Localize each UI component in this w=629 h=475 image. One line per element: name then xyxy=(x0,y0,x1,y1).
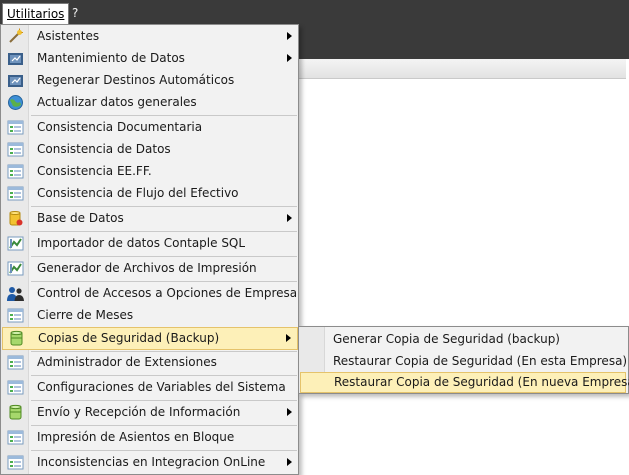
menu-item-consistencia-de-datos[interactable]: Consistencia de Datos xyxy=(2,139,298,160)
form-icon xyxy=(7,355,24,370)
import-icon xyxy=(7,236,24,251)
globe-icon xyxy=(8,95,23,110)
menu-item-label: Mantenimiento de Datos xyxy=(37,51,185,65)
menu-item-label: Consistencia EE.FF. xyxy=(37,164,152,178)
menu-item-administrador-extensiones[interactable]: Administrador de Extensiones xyxy=(2,352,298,373)
utilitarios-dropdown: Asistentes Mantenimiento de Datos Regene… xyxy=(0,24,299,475)
menu-item-label: Base de Datos xyxy=(37,211,124,225)
menu-separator xyxy=(31,450,297,451)
menu-item-consistencia-documentaria[interactable]: Consistencia Documentaria xyxy=(2,117,298,138)
menu-item-impresion-asientos[interactable]: Impresión de Asientos en Bloque xyxy=(2,427,298,448)
menu-separator xyxy=(31,281,297,282)
menu-item-label: Consistencia Documentaria xyxy=(37,120,203,134)
submenu-item-generar-copia[interactable]: Generar Copia de Seguridad (backup) xyxy=(300,329,626,350)
menu-item-copias-seguridad[interactable]: Copias de Seguridad (Backup) xyxy=(2,327,298,350)
submenu-item-label: Restaurar Copia de Seguridad (En nueva E… xyxy=(334,375,629,389)
submenu-item-restaurar-esta-empresa[interactable]: Restaurar Copia de Seguridad (En esta Em… xyxy=(300,351,628,372)
menu-item-label: Administrador de Extensiones xyxy=(37,355,217,369)
submenu-arrow-icon xyxy=(286,334,291,342)
wand-icon xyxy=(9,28,23,43)
menu-separator xyxy=(31,231,297,232)
menu-item-asistentes[interactable]: Asistentes xyxy=(2,26,298,47)
menu-item-generador-archivos[interactable]: Generador de Archivos de Impresión xyxy=(2,258,298,279)
menu-bar: Utilitarios ? xyxy=(0,0,629,25)
form-icon xyxy=(7,308,24,323)
menu-item-label: Copias de Seguridad (Backup) xyxy=(38,331,220,345)
backup-icon xyxy=(9,404,22,420)
form-icon xyxy=(7,455,24,470)
menu-item-envio-recepcion[interactable]: Envío y Recepción de Información xyxy=(2,402,298,423)
database-icon xyxy=(9,211,23,226)
menu-item-label: Configuraciones de Variables del Sistema xyxy=(37,380,286,394)
menu-item-importador-contaple[interactable]: Importador de datos Contaple SQL xyxy=(2,233,298,254)
maintenance-icon xyxy=(8,53,23,65)
menu-item-regenerar-destinos[interactable]: Regenerar Destinos Automáticos xyxy=(2,70,298,91)
menu-item-label: Cierre de Meses xyxy=(37,308,134,322)
submenu-arrow-icon xyxy=(287,32,292,40)
menu-item-label: Actualizar datos generales xyxy=(37,95,197,109)
form-icon xyxy=(7,120,24,135)
form-icon xyxy=(7,430,24,445)
submenu-item-label: Restaurar Copia de Seguridad (En esta Em… xyxy=(333,354,628,368)
copias-seguridad-submenu: Generar Copia de Seguridad (backup) Rest… xyxy=(298,326,629,394)
menu-item-base-de-datos[interactable]: Base de Datos xyxy=(2,208,298,229)
menu-item-label: Consistencia de Datos xyxy=(37,142,171,156)
menu-separator xyxy=(31,400,297,401)
menu-item-consistencia-eeff[interactable]: Consistencia EE.FF. xyxy=(2,161,298,182)
menu-item-label: Inconsistencias en Integracion OnLine xyxy=(37,455,266,469)
menu-item-label: Consistencia de Flujo del Efectivo xyxy=(37,186,239,200)
menu-item-inconsistencias-integracion[interactable]: Inconsistencias en Integracion OnLine xyxy=(2,452,298,473)
submenu-arrow-icon xyxy=(287,458,292,466)
menu-item-label: Generador de Archivos de Impresión xyxy=(37,261,257,275)
menu-item-label: Importador de datos Contaple SQL xyxy=(37,236,246,250)
menu-separator xyxy=(31,115,297,116)
submenu-arrow-icon xyxy=(287,408,292,416)
submenu-arrow-icon xyxy=(287,214,292,222)
form-icon xyxy=(7,380,24,395)
menu-item-mantenimiento-de-datos[interactable]: Mantenimiento de Datos xyxy=(2,48,298,69)
menu-item-cierre-meses[interactable]: Cierre de Meses xyxy=(2,305,298,326)
menu-item-configuraciones-variables[interactable]: Configuraciones de Variables del Sistema xyxy=(2,377,298,398)
regenerate-icon xyxy=(8,75,23,87)
menu-item-label: Envío y Recepción de Información xyxy=(37,405,241,419)
menu-item-control-accesos[interactable]: Control de Accesos a Opciones de Empresa xyxy=(2,283,298,304)
form-icon xyxy=(7,142,24,157)
menu-item-consistencia-flujo-efectivo[interactable]: Consistencia de Flujo del Efectivo xyxy=(2,183,298,204)
submenu-item-label: Generar Copia de Seguridad (backup) xyxy=(333,332,560,346)
submenu-arrow-icon xyxy=(287,54,292,62)
menu-item-actualizar-datos[interactable]: Actualizar datos generales xyxy=(2,92,298,113)
form-icon xyxy=(7,186,24,201)
menu-utilitarios[interactable]: Utilitarios xyxy=(2,3,70,25)
menu-item-label: Regenerar Destinos Automáticos xyxy=(37,73,235,87)
menu-separator xyxy=(31,375,297,376)
import-icon xyxy=(7,261,24,276)
menu-item-label: Control de Accesos a Opciones de Empresa xyxy=(37,286,298,300)
form-icon xyxy=(7,164,24,179)
users-icon xyxy=(7,287,24,301)
backup-icon xyxy=(10,330,23,346)
menu-separator xyxy=(31,425,297,426)
submenu-item-restaurar-nueva-empresa[interactable]: Restaurar Copia de Seguridad (En nueva E… xyxy=(300,372,629,393)
menu-separator xyxy=(31,256,297,257)
menu-separator xyxy=(31,206,297,207)
menu-help[interactable]: ? xyxy=(68,3,82,23)
menu-item-label: Impresión de Asientos en Bloque xyxy=(37,430,235,444)
menu-item-label: Asistentes xyxy=(37,29,100,43)
